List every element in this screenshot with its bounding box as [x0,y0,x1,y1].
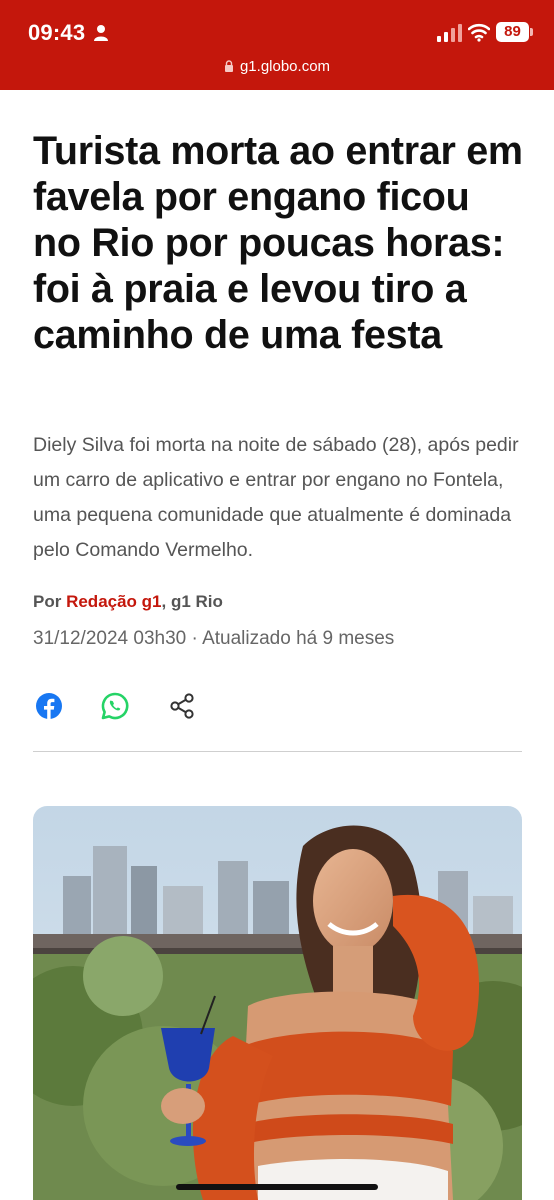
publish-meta: 31/12/2024 03h30 · Atualizado há 9 meses [33,628,394,650]
person-icon [94,25,108,41]
lock-icon [224,60,233,72]
byline-suffix: , g1 Rio [161,592,223,611]
byline-prefix: Por [33,592,62,611]
byline: Por Redação g1, g1 Rio [33,592,223,612]
url-bar[interactable]: g1.globo.com [0,58,554,75]
article-photo[interactable] [33,806,522,1200]
status-time: 09:43 [28,20,86,45]
cellular-signal-icon [437,24,462,42]
whatsapp-icon[interactable] [99,690,131,722]
facebook-icon[interactable] [33,690,65,722]
article-subtitle: Diely Silva foi morta na noite de sábado… [33,434,519,561]
author-link[interactable]: Redação g1 [66,592,161,611]
top-bar: 09:43 89 g1.globo.com [0,0,554,90]
article-headline: Turista morta ao entrar em favela por en… [33,129,523,357]
share-icon[interactable] [166,690,198,722]
article-photo-illustration [33,806,522,1200]
wifi-icon [468,23,490,42]
home-indicator [176,1184,378,1190]
updated-time: Atualizado há 9 meses [202,628,395,649]
publish-date: 31/12/2024 03h30 [33,628,187,649]
battery-tip [530,28,533,36]
divider [33,751,522,752]
battery-indicator: 89 [496,22,529,42]
url-text: g1.globo.com [239,58,331,75]
meta-separator: · [186,628,203,649]
